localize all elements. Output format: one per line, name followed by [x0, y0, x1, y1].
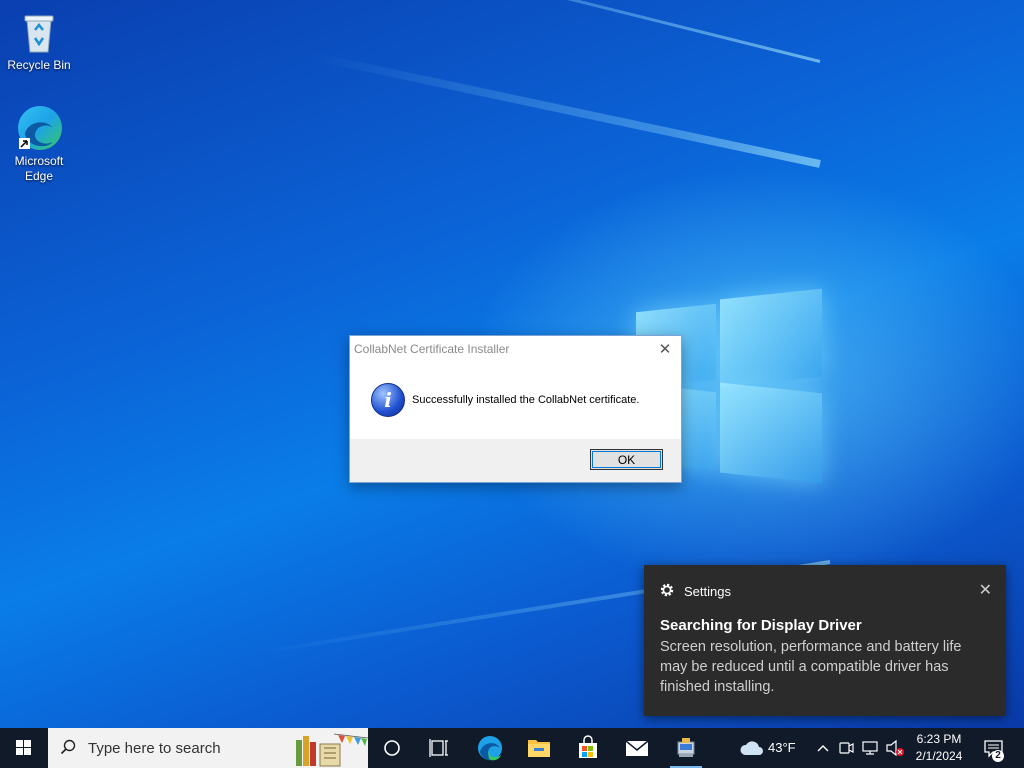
- notification-count: 2: [995, 750, 1001, 761]
- clock[interactable]: 6:23 PM 2/1/2024: [906, 728, 972, 768]
- taskbar-file-explorer[interactable]: [515, 728, 563, 768]
- ok-button[interactable]: OK: [590, 449, 663, 470]
- taskbar-store[interactable]: [564, 728, 612, 768]
- taskbar: Type here to search 43°F 6:23 PM 2/1/202…: [0, 728, 1024, 768]
- search-highlight-illustration: [296, 733, 368, 767]
- taskbar-edge[interactable]: [466, 728, 514, 768]
- windows-start-icon: [16, 740, 31, 755]
- volume-tray[interactable]: [884, 728, 906, 768]
- info-icon: i: [371, 383, 405, 417]
- recycle-bin-icon: [15, 8, 63, 56]
- taskbar-mail[interactable]: [613, 728, 661, 768]
- clock-date: 2/1/2024: [915, 749, 963, 763]
- toast-app-name: Settings: [684, 584, 731, 599]
- store-icon: [579, 735, 597, 758]
- edge-icon: [15, 104, 63, 152]
- search-icon: [60, 739, 76, 755]
- meet-now-tray[interactable]: [836, 728, 856, 768]
- dialog-message: Successfully installed the CollabNet cer…: [412, 394, 640, 406]
- message-dialog: CollabNet Certificate Installer ✕ i Succ…: [349, 335, 682, 483]
- weather-temp: 43°F: [768, 740, 796, 755]
- search-placeholder: Type here to search: [88, 740, 221, 757]
- network-tray[interactable]: [860, 728, 880, 768]
- light-beam: [82, 0, 821, 63]
- volume-muted-icon: [886, 739, 904, 757]
- network-icon: [862, 741, 878, 755]
- cloud-icon: [740, 741, 763, 755]
- edge-icon: [478, 736, 502, 761]
- task-view-button[interactable]: [416, 728, 464, 768]
- close-icon[interactable]: ✕: [655, 340, 675, 358]
- desktop-icon-recycle-bin[interactable]: Recycle Bin: [1, 8, 77, 73]
- weather-widget[interactable]: 43°F: [736, 728, 806, 768]
- dialog-footer: OK: [350, 439, 681, 482]
- search-box[interactable]: Type here to search: [48, 728, 368, 768]
- cortana-icon: [384, 740, 400, 756]
- cortana-button[interactable]: [368, 728, 416, 768]
- show-hidden-icons-button[interactable]: [814, 728, 832, 768]
- taskbar-installer[interactable]: [662, 728, 710, 768]
- clock-time: 6:23 PM: [916, 732, 962, 746]
- desktop-icon-edge[interactable]: Microsoft Edge: [1, 104, 77, 184]
- light-beam: [310, 51, 821, 168]
- gear-icon: [660, 583, 674, 597]
- task-view-icon: [429, 739, 448, 757]
- mail-icon: [625, 740, 649, 756]
- start-button[interactable]: [0, 728, 48, 768]
- dialog-title: CollabNet Certificate Installer: [354, 342, 510, 356]
- installer-icon: [677, 738, 695, 757]
- file-explorer-icon: [528, 740, 550, 757]
- notification-icon: [984, 740, 1004, 762]
- camera-icon: [839, 742, 854, 754]
- desktop-icon-label: Microsoft Edge: [14, 154, 64, 183]
- chevron-up-icon: [817, 745, 829, 752]
- desktop: Recycle Bin Microsoft Edge CollabNet Cer…: [0, 0, 1024, 728]
- action-center-button[interactable]: 2: [978, 728, 1012, 768]
- close-icon[interactable]: ✕: [979, 580, 992, 600]
- desktop-icon-label: Recycle Bin: [7, 58, 71, 72]
- notification-toast[interactable]: Settings ✕ Searching for Display Driver …: [644, 565, 1006, 716]
- toast-body: Screen resolution, performance and batte…: [660, 639, 962, 695]
- toast-title: Searching for Display Driver: [660, 617, 862, 634]
